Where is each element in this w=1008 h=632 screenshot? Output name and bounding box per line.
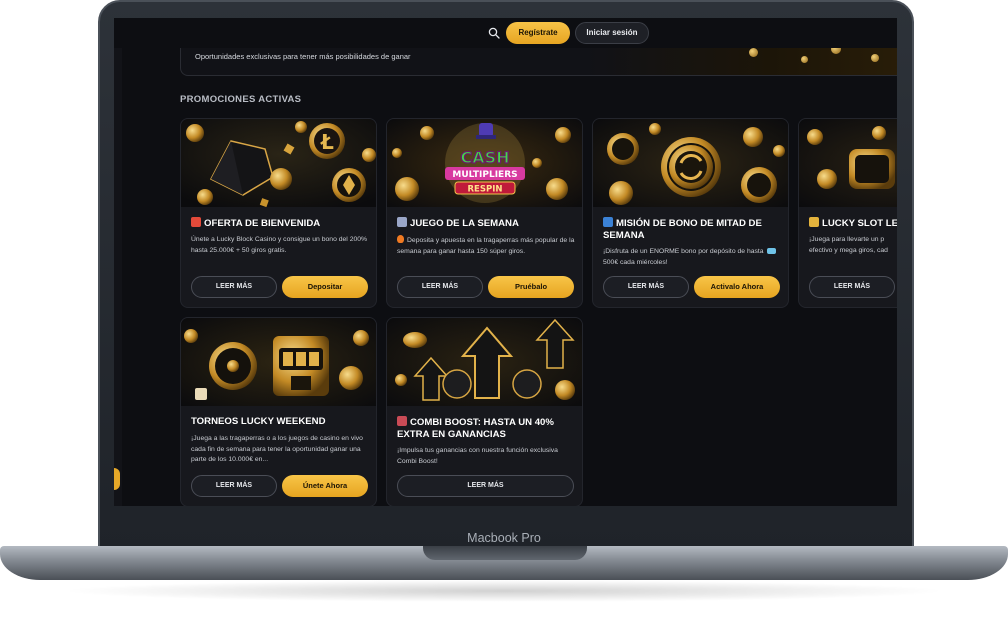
read-more-button[interactable]: LEER MÁS bbox=[191, 276, 277, 298]
promo-card-game-of-week: CASH MULTIPLIERS RESPIN JUEGO DE LA SEMA… bbox=[386, 118, 583, 308]
card-title: TORNEOS LUCKY WEEKEND bbox=[191, 416, 326, 427]
calendar-icon bbox=[397, 217, 407, 227]
coin-decoration bbox=[749, 48, 758, 57]
card-description: Deposita y apuesta en la tragaperras más… bbox=[397, 235, 575, 255]
rocket-icon bbox=[397, 416, 407, 426]
sidebar-toggle-handle[interactable] bbox=[114, 468, 120, 490]
join-now-button[interactable]: Únete Ahora bbox=[282, 475, 368, 497]
multipliers-text: MULTIPLIERS bbox=[452, 170, 517, 180]
section-title: PROMOCIONES ACTIVAS bbox=[180, 94, 302, 105]
sidebar-edge bbox=[114, 18, 122, 506]
promo-banner: Oportunidades exclusivas para tener más … bbox=[180, 46, 897, 76]
register-button[interactable]: Regístrate bbox=[506, 22, 570, 44]
read-more-button[interactable]: LEER MÁS bbox=[809, 276, 895, 298]
respin-text: RESPIN bbox=[468, 185, 503, 195]
promo-image-refresh-coins bbox=[593, 119, 788, 207]
laptop-shadow bbox=[60, 580, 948, 602]
card-description: Únete a Lucky Block Casino y consigue un… bbox=[191, 236, 368, 254]
money-icon bbox=[767, 248, 777, 254]
gift-icon bbox=[191, 217, 201, 227]
refresh-icon bbox=[603, 217, 613, 227]
top-header: Regístrate Iniciar sesión bbox=[114, 18, 897, 48]
card-description: ¡Disfruta de un ENORME bono por depósito… bbox=[603, 247, 783, 268]
promo-image-casino-games bbox=[181, 318, 376, 406]
coin-decoration bbox=[871, 54, 879, 62]
promo-image-arrows-balls bbox=[387, 318, 582, 406]
login-button[interactable]: Iniciar sesión bbox=[575, 22, 649, 44]
device-label: Macbook Pro bbox=[467, 531, 541, 545]
card-description: ¡Impulsa tus ganancias con nuestra funci… bbox=[397, 447, 558, 465]
svg-text:Ł: Ł bbox=[320, 130, 334, 154]
card-title: COMBI BOOST: HASTA UN 40% EXTRA EN GANAN… bbox=[397, 416, 554, 440]
promo-image-crypto-coins: Ł bbox=[181, 119, 376, 207]
search-icon[interactable] bbox=[488, 27, 500, 39]
fire-icon bbox=[397, 235, 404, 243]
read-more-button[interactable]: LEER MÁS bbox=[397, 475, 574, 497]
read-more-button[interactable]: LEER MÁS bbox=[397, 276, 483, 298]
cash-text: CASH bbox=[460, 148, 509, 167]
coin-decoration bbox=[801, 56, 808, 63]
promo-card-welcome: Ł OFERTA DE BIENVENIDA Únete a Lucky Blo… bbox=[180, 118, 377, 308]
read-more-button[interactable]: LEER MÁS bbox=[603, 276, 689, 298]
banner-text: Oportunidades exclusivas para tener más … bbox=[195, 52, 411, 61]
read-more-button[interactable]: LEER MÁS bbox=[191, 475, 277, 497]
activate-now-button[interactable]: Activalo Ahora bbox=[694, 276, 780, 298]
try-it-button[interactable]: Pruébalo bbox=[488, 276, 574, 298]
promo-card-combi-boost: COMBI BOOST: HASTA UN 40% EXTRA EN GANAN… bbox=[386, 317, 583, 506]
laptop-notch bbox=[423, 546, 587, 560]
card-title: MISIÓN DE BONO DE MITAD DE SEMANA bbox=[603, 217, 762, 241]
card-description: ¡Juega para llevarte un p efectivo y meg… bbox=[809, 236, 888, 254]
promo-card-lucky-slot: LUCKY SLOT LE ¡Juega para llevarte un p … bbox=[798, 118, 897, 308]
deposit-button[interactable]: Depositar bbox=[282, 276, 368, 298]
card-description: ¡Juega a las tragaperras o a los juegos … bbox=[191, 435, 363, 463]
browser-viewport: Oportunidades exclusivas para tener más … bbox=[114, 18, 897, 506]
promo-card-midweek-mission: MISIÓN DE BONO DE MITAD DE SEMANA ¡Disfr… bbox=[592, 118, 789, 308]
trophy-icon bbox=[809, 217, 819, 227]
promo-image-cash-multipliers: CASH MULTIPLIERS RESPIN bbox=[387, 119, 582, 207]
promo-image-slot-reels bbox=[799, 119, 897, 207]
card-title: OFERTA DE BIENVENIDA bbox=[191, 217, 373, 230]
card-title: LUCKY SLOT LE bbox=[809, 217, 897, 230]
card-title: JUEGO DE LA SEMANA bbox=[397, 217, 579, 230]
promo-card-weekend-tournaments: TORNEOS LUCKY WEEKEND ¡Juega a las traga… bbox=[180, 317, 377, 506]
